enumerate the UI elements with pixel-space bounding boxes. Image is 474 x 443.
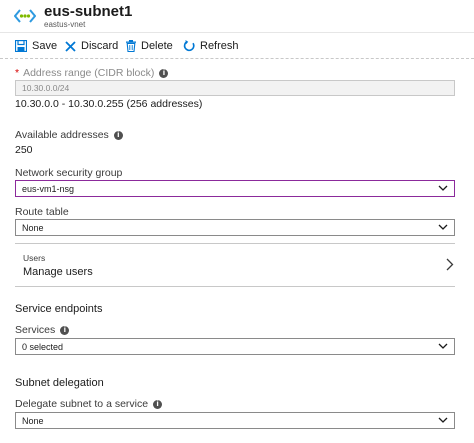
services-label-row: Services i [15, 324, 70, 336]
available-addresses-label-row: Available addresses i [15, 129, 123, 141]
discard-label: Discard [81, 40, 119, 52]
delegate-select-value: None [22, 415, 44, 426]
delegate-label-row: Delegate subnet to a service i [15, 398, 163, 410]
address-range-input: 10.30.0.0/24 [15, 80, 455, 96]
page-title: eus-subnet1 [44, 3, 133, 20]
nsg-select[interactable]: eus-vm1-nsg [15, 180, 455, 197]
delegate-select[interactable]: None [15, 412, 455, 429]
chevron-down-icon [438, 417, 448, 423]
route-table-label: Route table [15, 206, 69, 218]
required-marker: * [15, 67, 20, 79]
service-endpoints-heading: Service endpoints [15, 303, 103, 315]
nsg-label: Network security group [15, 167, 123, 179]
trash-icon [126, 40, 136, 52]
save-button[interactable]: Save [15, 38, 57, 54]
delete-label: Delete [141, 40, 173, 52]
users-label: Users [23, 253, 46, 263]
page-subtitle: eastus-vnet [44, 20, 86, 29]
refresh-label: Refresh [200, 40, 239, 52]
chevron-down-icon [438, 343, 448, 349]
manage-users-link[interactable]: Users Manage users [15, 243, 455, 287]
nsg-select-value: eus-vm1-nsg [22, 183, 75, 194]
services-select-value: 0 selected [22, 341, 64, 352]
available-addresses-value: 250 [15, 144, 33, 156]
refresh-button[interactable]: Refresh [183, 38, 239, 54]
available-addresses-label: Available addresses [15, 129, 109, 141]
chevron-down-icon [438, 224, 448, 230]
delete-button[interactable]: Delete [126, 38, 173, 54]
discard-button[interactable]: Discard [65, 38, 118, 54]
services-label: Services [15, 324, 56, 336]
route-table-select[interactable]: None [15, 219, 455, 236]
chevron-right-icon [446, 258, 454, 271]
info-icon[interactable]: i [153, 399, 163, 409]
refresh-icon [183, 40, 195, 52]
delegate-label: Delegate subnet to a service [15, 398, 149, 410]
route-table-select-value: None [22, 222, 44, 233]
save-icon [15, 40, 27, 52]
address-range-text: 10.30.0.0 - 10.30.0.255 (256 addresses) [15, 98, 203, 110]
chevron-down-icon [438, 185, 448, 191]
subnet-delegation-heading: Subnet delegation [15, 377, 104, 389]
info-icon[interactable]: i [159, 68, 169, 78]
address-range-label: Address range (CIDR block) [23, 67, 155, 79]
save-label: Save [32, 40, 58, 52]
address-range-label-row: * Address range (CIDR block) i [15, 67, 169, 79]
subnet-icon [14, 9, 36, 23]
info-icon[interactable]: i [113, 130, 123, 140]
info-icon[interactable]: i [60, 325, 70, 335]
command-bar: Save Discard Delete Refresh [0, 33, 474, 59]
services-select[interactable]: 0 selected [15, 338, 455, 355]
close-icon [65, 40, 76, 52]
manage-users-text: Manage users [23, 266, 93, 278]
blade-header: eus-subnet1 eastus-vnet [0, 0, 474, 33]
